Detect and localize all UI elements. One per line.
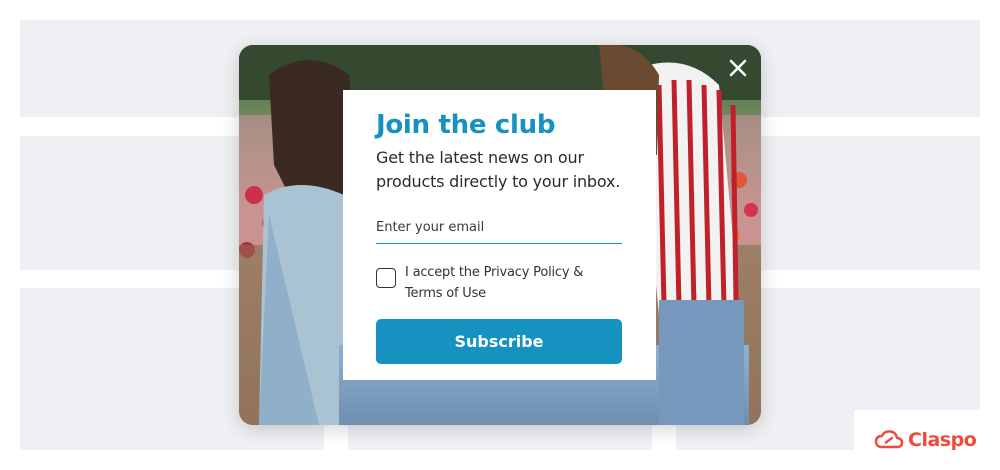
cloud-icon <box>874 430 904 449</box>
close-button[interactable] <box>725 55 751 81</box>
brand-badge: Claspo <box>854 410 1000 470</box>
page: Join the club Get the latest news on our… <box>0 0 1000 470</box>
subscribe-button[interactable]: Subscribe <box>376 319 622 364</box>
consent-checkbox[interactable] <box>376 268 396 288</box>
brand-name: Claspo <box>908 429 977 451</box>
close-icon <box>729 59 747 77</box>
signup-card: Join the club Get the latest news on our… <box>343 90 656 380</box>
email-field[interactable] <box>376 212 622 244</box>
newsletter-popup: Join the club Get the latest news on our… <box>239 45 761 425</box>
consent-label: I accept the Privacy Policy & Terms of U… <box>405 265 584 301</box>
consent-row: I accept the Privacy Policy & Terms of U… <box>376 262 623 304</box>
popup-description: Get the latest news on our products dire… <box>376 148 621 191</box>
popup-title: Join the club <box>376 110 556 140</box>
